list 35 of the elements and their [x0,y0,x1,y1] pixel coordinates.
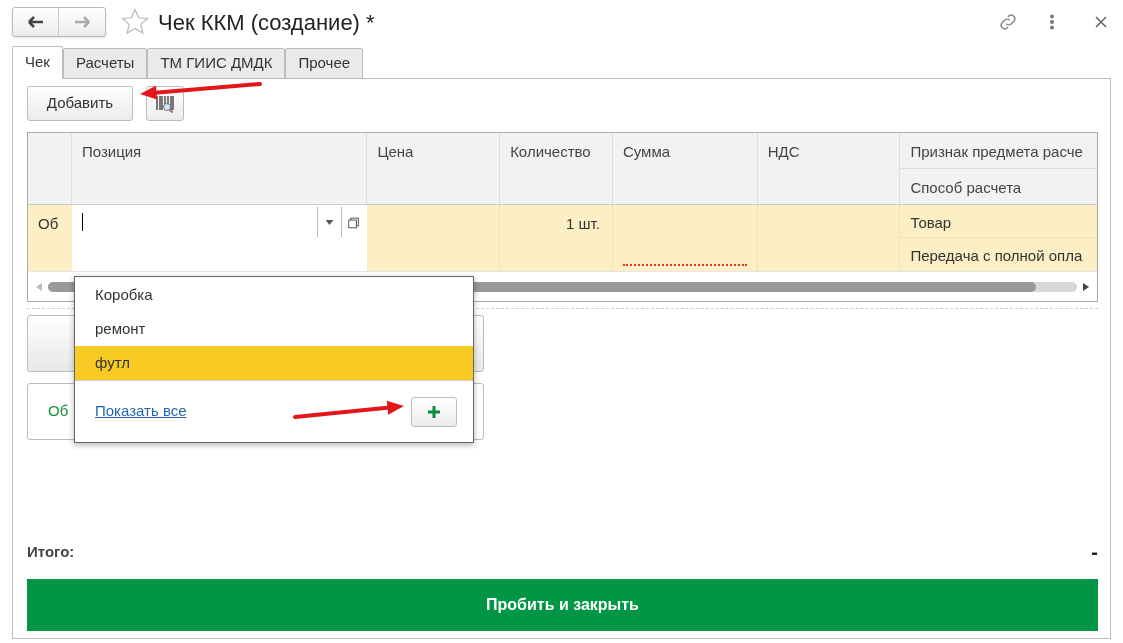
total-label: Итого: [27,541,75,562]
star-icon[interactable] [120,7,150,37]
total-value: - [1091,540,1098,565]
column-header: Цена [377,143,414,160]
window-title: Чек ККМ (создание) * [158,8,375,37]
method-cell: Передача с полной опла [910,247,1083,264]
tab[interactable]: ТМ ГИИС ДМДК [147,48,286,79]
column-header: Позиция [81,143,142,160]
column-header: НДС [767,143,800,160]
left-arrow-icon [27,16,44,28]
tab[interactable]: Прочее [285,48,364,79]
submit-button[interactable]: Пробить и закрыть [27,579,1098,631]
covered-text: Об [48,401,69,422]
quantity-cell: 1 шт. [566,215,600,232]
show-all-link[interactable]: Показать все [95,400,187,423]
dropdown-item[interactable]: ремонт [75,312,473,346]
right-arrow-icon [74,16,90,28]
dropdown-item[interactable]: футл [75,346,473,380]
close-icon[interactable] [1095,16,1107,28]
link-icon[interactable] [997,11,1019,33]
barcode-icon [155,93,175,114]
row-marker: Об [38,215,59,232]
add-button[interactable]: Добавить [27,86,133,121]
column-header: Сумма [622,143,671,160]
tab[interactable]: Расчеты [62,48,148,79]
dropdown-item[interactable]: Коробка [75,278,473,312]
column-header: Количество [510,143,591,160]
scroll-right-icon[interactable] [1083,282,1089,291]
create-button[interactable] [411,396,457,427]
column-header: Признак предмета расче [910,143,1083,160]
subject-cell: Товар [910,214,952,231]
plus-icon [428,405,440,418]
column-header: Способ расчета [910,179,1022,197]
more-icon[interactable] [1049,14,1055,30]
tab[interactable]: Чек [12,46,63,79]
